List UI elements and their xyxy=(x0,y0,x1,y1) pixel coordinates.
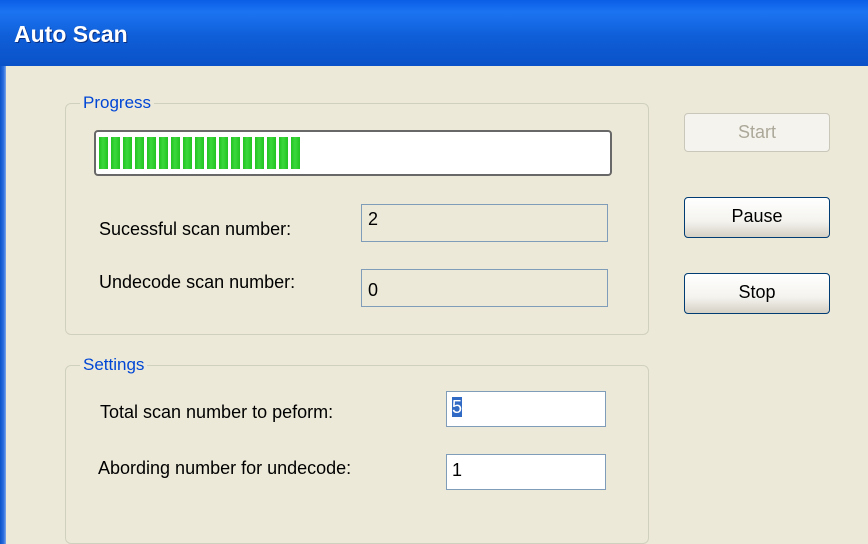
successful-scan-label: Sucessful scan number: xyxy=(99,219,292,239)
undecode-scan-label: Undecode scan number: xyxy=(99,272,296,292)
progress-group-label: Progress xyxy=(80,93,155,113)
window-title: Auto Scan xyxy=(14,21,128,47)
settings-groupbox: Settings Total scan number to peform: 5 … xyxy=(65,355,649,544)
dialog-body: Progress Sucessful scan number: 2 Undeco… xyxy=(6,66,868,544)
undecode-scan-value: 0 xyxy=(361,269,608,307)
stop-button[interactable]: Stop xyxy=(684,273,830,314)
progress-groupbox: Progress Sucessful scan number: 2 Undeco… xyxy=(65,93,649,335)
total-scan-input-value: 5 xyxy=(452,397,463,417)
start-button[interactable]: Start xyxy=(684,113,830,152)
total-scan-label: Total scan number to peform: xyxy=(100,402,334,422)
settings-group-label: Settings xyxy=(80,355,148,375)
abort-number-input-value: 1 xyxy=(452,460,463,480)
abort-number-label: Abording number for undecode: xyxy=(98,458,352,478)
progress-bar-fill xyxy=(99,137,303,169)
scan-progress-bar xyxy=(94,130,612,176)
title-bar[interactable]: Auto Scan xyxy=(0,0,868,66)
abort-number-input[interactable]: 1 xyxy=(446,454,606,490)
total-scan-input[interactable]: 5 xyxy=(446,391,606,427)
successful-scan-value: 2 xyxy=(361,204,608,242)
pause-button[interactable]: Pause xyxy=(684,197,830,238)
